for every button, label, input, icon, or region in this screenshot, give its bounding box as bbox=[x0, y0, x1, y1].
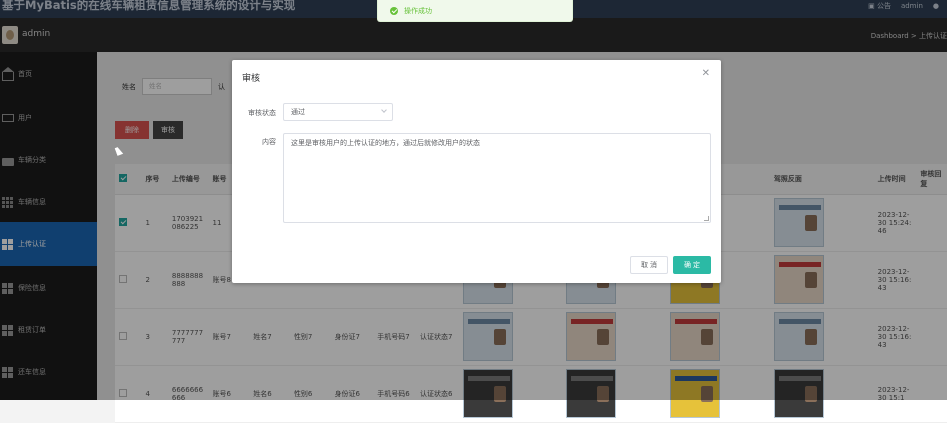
audit-status-label: 审核状态 bbox=[248, 109, 276, 117]
check-circle-icon bbox=[390, 6, 398, 15]
audit-status-value: 通过 bbox=[291, 108, 305, 116]
close-icon[interactable]: ✕ bbox=[702, 68, 710, 79]
resize-handle-icon[interactable] bbox=[704, 216, 709, 221]
audit-dialog: 审核 ✕ 审核状态 通过 内容 这里是审核用户的上传认证的地方，通过后就修改用户… bbox=[232, 60, 721, 283]
toast-message: 操作成功 bbox=[404, 6, 432, 15]
chevron-down-icon bbox=[381, 107, 387, 113]
audit-status-select[interactable]: 通过 bbox=[283, 103, 393, 121]
content-textarea[interactable]: 这里是审核用户的上传认证的地方，通过后就修改用户的状态 bbox=[283, 133, 711, 223]
success-toast: 操作成功 bbox=[377, 0, 573, 22]
cancel-button[interactable]: 取 消 bbox=[630, 256, 668, 274]
dialog-title: 审核 bbox=[242, 74, 261, 84]
content-text: 这里是审核用户的上传认证的地方，通过后就修改用户的状态 bbox=[291, 139, 480, 147]
confirm-button[interactable]: 确 定 bbox=[673, 256, 711, 274]
content-label: 内容 bbox=[262, 138, 276, 146]
